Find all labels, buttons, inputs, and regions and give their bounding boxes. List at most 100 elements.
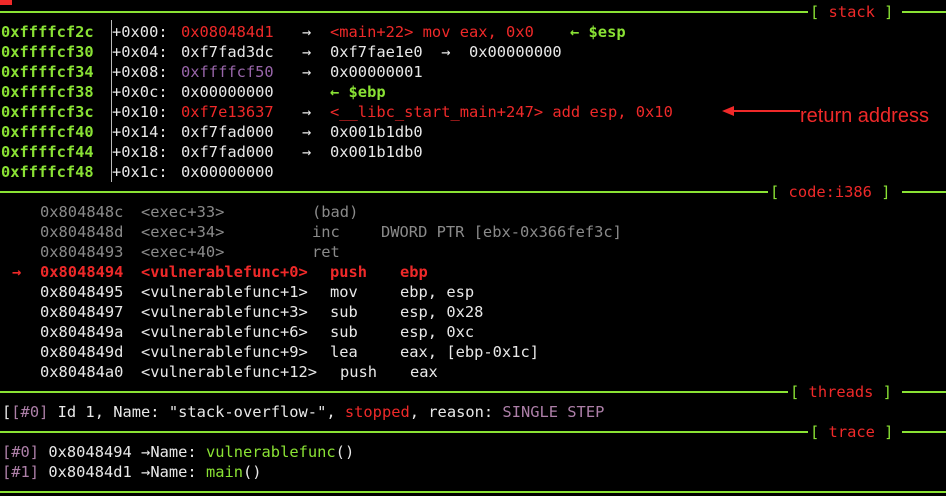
instruction-mnemonic: (bad) [312,203,359,221]
thread-entry[interactable]: [[#0] Id 1, Name: "stack-overflow-", sto… [2,402,604,422]
trace-parens: () [243,463,262,481]
instruction-mnemonic: lea [330,343,358,361]
threads-section-header: [ threads ] [0,382,946,402]
stack-value[interactable]: 0xf7fad000 [181,142,274,162]
stack-header-label: [ stack ] [808,2,896,22]
trace-function: main [205,463,244,481]
instruction-mnemonic: sub [330,323,358,341]
stack-deref-value: <__libc_start_main+247> add esp, 0x10 [330,103,673,121]
instruction-mnemonic: ret [312,243,340,261]
stack-address[interactable]: 0xffffcf2c [1,22,94,42]
instruction-mnemonic: inc [312,223,340,241]
instruction-operands: eax, [ebp-0x1c] [400,343,539,361]
trace-name-label: Name: [150,463,206,481]
stack-deref-arrow: → [302,103,312,121]
stack-address[interactable]: 0xffffcf3c [1,102,94,122]
trace-frame[interactable]: [#0] 0x8048494 →Name: vulnerablefunc() [2,442,354,462]
stack-register-tag: ← $esp [570,23,626,41]
bottom-border [0,491,946,493]
instruction-address[interactable]: 0x804848c [40,202,123,222]
trace-header-label: [ trace ] [808,422,896,442]
stack-offset: +0x0c: [112,83,168,101]
stack-value[interactable]: 0xf7fad000 [181,122,274,142]
stack-deref-value: 0x001b1db0 [330,123,423,141]
trace-section-header: [ trace ] [0,422,946,442]
instruction-address[interactable]: 0x804849a [40,322,123,342]
instruction-operands: DWORD PTR [ebx-0x366fef3c] [381,223,622,241]
trace-address: 0x80484d1 [48,463,132,481]
stack-value[interactable]: 0x00000000 [181,162,274,182]
thread-info: Id 1, Name: "stack-overflow-", [48,403,345,421]
instruction-operands: ebp, esp [400,283,475,301]
stack-value[interactable]: 0xf7fad3dc [181,42,274,62]
stack-deref-value: 0x00000001 [330,63,423,81]
stack-deref-arrow: → [302,43,312,61]
instruction-operands: eax [410,363,438,381]
thread-state: stopped [344,403,410,421]
stack-value[interactable]: 0x00000000 [181,82,274,102]
instruction-symbol: <exec+34> [141,223,225,241]
trace-index: [#1] [2,463,40,481]
trace-address: 0x8048494 [48,443,132,461]
instruction-address[interactable]: 0x80484a0 [40,362,123,382]
thread-index: [#0] [11,403,49,421]
instruction-symbol: <vulnerablefunc+1> [141,283,308,301]
stack-address[interactable]: 0xffffcf48 [1,162,94,182]
thread-reason-label: , reason: [409,403,503,421]
instruction-address[interactable]: 0x8048495 [40,282,123,302]
instruction-symbol: <vulnerablefunc+3> [141,303,308,321]
thread-reason: SINGLE STEP [502,403,605,421]
instruction-mnemonic: sub [330,303,358,321]
instruction-symbol: <vulnerablefunc+6> [141,323,308,341]
stack-value[interactable]: 0xffffcf50 [181,62,274,82]
stack-offset: +0x00: [112,23,168,41]
instruction-mnemonic: mov [330,283,358,301]
stack-address[interactable]: 0xffffcf40 [1,122,94,142]
stack-value[interactable]: 0x080484d1 [181,22,274,42]
threads-header-label: [ threads ] [788,382,894,402]
stack-offset: +0x08: [112,63,168,81]
stack-offset: +0x18: [112,143,168,161]
stack-address[interactable]: 0xffffcf44 [1,142,94,162]
code-section-header: [ code:i386 ] [0,182,946,202]
instruction-symbol: <exec+33> [141,203,225,221]
stack-offset: +0x14: [112,123,168,141]
stack-deref-value: <main+22> mov eax, 0x0 [330,23,534,41]
stack-offset: +0x04: [112,43,168,61]
trace-arrow-icon: → [141,463,151,481]
instruction-symbol: <vulnerablefunc+0> [141,263,308,281]
code-header-label: [ code:i386 ] [768,182,893,202]
instruction-address[interactable]: 0x804849d [40,342,123,362]
instruction-mnemonic: push [330,263,368,281]
trace-index: [#0] [2,443,40,461]
instruction-operands: ebp [400,263,428,281]
stack-section-header: [ stack ] [0,2,946,22]
stack-register-tag: ← $ebp [330,83,386,101]
trace-parens: () [335,443,355,461]
trace-frame[interactable]: [#1] 0x80484d1 →Name: main() [2,462,262,482]
stack-offset: +0x10: [112,103,168,121]
trace-function: vulnerablefunc [205,443,336,461]
current-instruction-arrow: → [12,263,22,281]
instruction-address[interactable]: 0x8048497 [40,302,123,322]
stack-offset: +0x1c: [112,163,168,181]
stack-deref-arrow: → [302,23,312,41]
stack-address[interactable]: 0xffffcf34 [1,62,94,82]
stack-address[interactable]: 0xffffcf38 [1,82,94,102]
stack-deref-arrow: → [302,123,312,141]
instruction-address[interactable]: 0x8048494 [40,262,123,282]
stack-address[interactable]: 0xffffcf30 [1,42,94,62]
instruction-mnemonic: push [340,363,378,381]
stack-deref-value: 0x001b1db0 [330,143,423,161]
instruction-symbol: <exec+40> [141,243,225,261]
instruction-symbol: <vulnerablefunc+9> [141,343,308,361]
stack-value[interactable]: 0xf7e13637 [181,102,274,122]
instruction-operands: esp, 0x28 [400,303,484,321]
stack-deref-value: 0xf7fae1e0 → 0x00000000 [330,43,562,61]
instruction-operands: esp, 0xc [400,323,475,341]
return-address-label: return address [800,105,929,127]
instruction-address[interactable]: 0x8048493 [40,242,123,262]
instruction-address[interactable]: 0x804848d [40,222,123,242]
stack-deref-arrow: → [302,63,312,81]
trace-name-label: Name: [150,443,206,461]
